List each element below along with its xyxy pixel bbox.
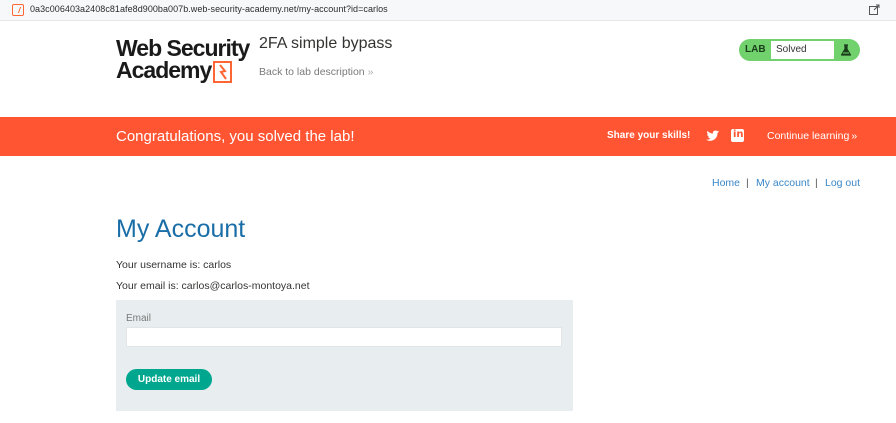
congratulations-message: Congratulations, you solved the lab! [116, 128, 355, 145]
lab-title: 2FA simple bypass [259, 35, 393, 52]
email-field-label: Email [126, 313, 152, 324]
site-favicon-icon [12, 4, 24, 16]
logo-mark-icon [213, 61, 232, 83]
update-email-form: Email Update email [116, 300, 573, 411]
nav-log-out-link[interactable]: Log out [825, 177, 860, 189]
open-external-icon[interactable] [868, 4, 880, 16]
twitter-icon[interactable] [706, 129, 720, 143]
update-email-button[interactable]: Update email [126, 369, 212, 390]
nav-separator: | [746, 177, 749, 189]
page-title: My Account [116, 215, 246, 243]
status-box: Solved [771, 41, 834, 59]
lab-label: LAB [745, 44, 766, 55]
username-line: Your username is: carlos [116, 259, 232, 271]
share-label: Share your skills! [607, 130, 691, 141]
chevron-right-icon: » [367, 66, 374, 78]
nav-separator: | [815, 177, 818, 189]
continue-learning-label: Continue learning [767, 130, 850, 142]
nav-my-account-link[interactable]: My account [756, 177, 810, 189]
continue-learning-link[interactable]: Continue learning» [767, 130, 857, 142]
solved-banner: Congratulations, you solved the lab! Sha… [0, 117, 896, 156]
chevron-right-icon: » [851, 130, 858, 142]
lab-status-widget: LAB Solved [739, 39, 860, 61]
flask-icon [840, 44, 852, 56]
browser-address-bar[interactable]: 0a3c006403a2408c81afe8d900ba007b.web-sec… [0, 0, 896, 21]
web-security-academy-logo[interactable]: Web Security Academy [116, 36, 250, 86]
status-text: Solved [776, 44, 807, 55]
email-field[interactable] [126, 327, 562, 347]
url-text[interactable]: 0a3c006403a2408c81afe8d900ba007b.web-sec… [30, 4, 388, 14]
back-link-label: Back to lab description [259, 66, 365, 78]
logo-text-line2: Academy [116, 57, 212, 83]
linkedin-icon[interactable]: in [731, 129, 744, 142]
email-line: Your email is: carlos@carlos-montoya.net [116, 280, 310, 292]
nav-home-link[interactable]: Home [712, 177, 740, 189]
back-to-lab-description-link[interactable]: Back to lab description» [259, 66, 374, 78]
